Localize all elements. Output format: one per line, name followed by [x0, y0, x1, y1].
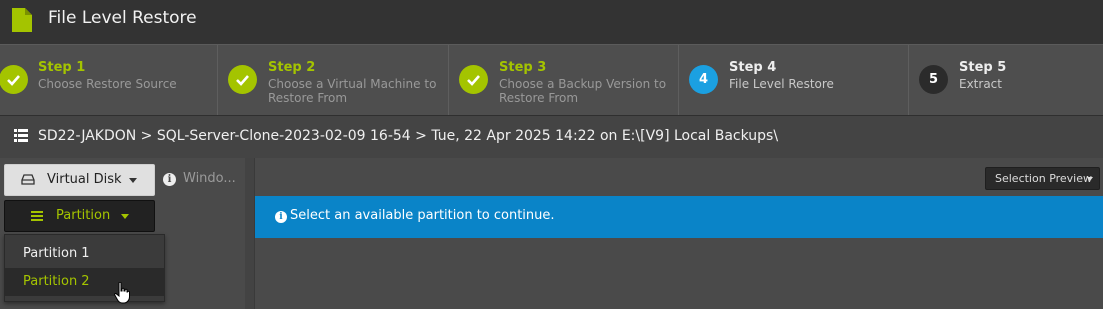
bars-icon — [31, 211, 43, 221]
step-3[interactable]: Step 3 Choose a Backup Version to Restor… — [449, 45, 679, 115]
step-5[interactable]: 5 Step 5 Extract — [909, 45, 1103, 115]
caret-down-icon — [121, 214, 129, 219]
check-icon — [228, 65, 257, 94]
dropdown-item-partition-2[interactable]: Partition 2 — [5, 268, 164, 296]
breadcrumb-path[interactable]: SD22-JAKDON > SQL-Server-Clone-2023-02-0… — [38, 128, 778, 144]
left-panel: Virtual Disk i Windo... Partition Partit… — [0, 158, 246, 309]
check-icon — [459, 65, 488, 94]
partition-dropdown: Partition 1 Partition 2 — [4, 234, 165, 302]
selection-preview-label: Selection Preview — [995, 172, 1093, 185]
step-4[interactable]: 4 Step 4 File Level Restore — [679, 45, 909, 115]
hand-cursor-icon — [114, 282, 130, 304]
info-alert: i Select an available partition to conti… — [255, 196, 1103, 238]
step-description: Choose Restore Source — [38, 77, 177, 91]
title-bar: File Level Restore — [0, 0, 1103, 44]
step-title: Step 2 — [268, 60, 316, 75]
alert-text: Select an available partition to continu… — [290, 208, 555, 223]
hard-drive-icon — [21, 174, 35, 185]
check-icon — [0, 65, 28, 94]
step-1[interactable]: Step 1 Choose Restore Source — [0, 45, 218, 115]
step-title: Step 5 — [959, 60, 1007, 75]
step-description: Choose a Backup Version to Restore From — [499, 77, 667, 105]
partition-label: Partition — [56, 208, 111, 223]
step-title: Step 1 — [38, 60, 86, 75]
step-number: 5 — [919, 65, 948, 94]
virtual-disk-button[interactable]: Virtual Disk — [4, 164, 155, 196]
wizard-steps: Step 1 Choose Restore Source Step 2 Choo… — [0, 44, 1103, 116]
info-icon: i — [163, 173, 176, 186]
step-description: Choose a Virtual Machine to Restore From — [268, 77, 437, 105]
selection-preview-button[interactable]: Selection Preview — [985, 167, 1100, 190]
file-icon — [12, 8, 32, 32]
step-number: 4 — [689, 65, 718, 94]
windows-label: Windo... — [183, 171, 236, 186]
partition-button[interactable]: Partition — [4, 200, 155, 232]
dropdown-item-label: Partition 2 — [23, 274, 90, 289]
right-panel: Selection Preview i Select an available … — [255, 158, 1103, 309]
step-2[interactable]: Step 2 Choose a Virtual Machine to Resto… — [218, 45, 449, 115]
breadcrumb: SD22-JAKDON > SQL-Server-Clone-2023-02-0… — [0, 116, 1103, 159]
dropdown-item-label: Partition 1 — [23, 246, 90, 261]
app-title: File Level Restore — [48, 8, 197, 28]
virtual-disk-label: Virtual Disk — [47, 172, 122, 187]
dropdown-item-partition-1[interactable]: Partition 1 — [5, 240, 164, 268]
panel-divider[interactable] — [245, 158, 255, 309]
list-icon — [14, 129, 28, 142]
step-description: File Level Restore — [729, 77, 834, 91]
step-title: Step 3 — [499, 60, 547, 75]
caret-down-icon — [1087, 177, 1093, 181]
step-title: Step 4 — [729, 60, 777, 75]
caret-down-icon — [129, 178, 137, 183]
info-icon: i — [275, 211, 287, 223]
step-description: Extract — [959, 77, 1002, 91]
